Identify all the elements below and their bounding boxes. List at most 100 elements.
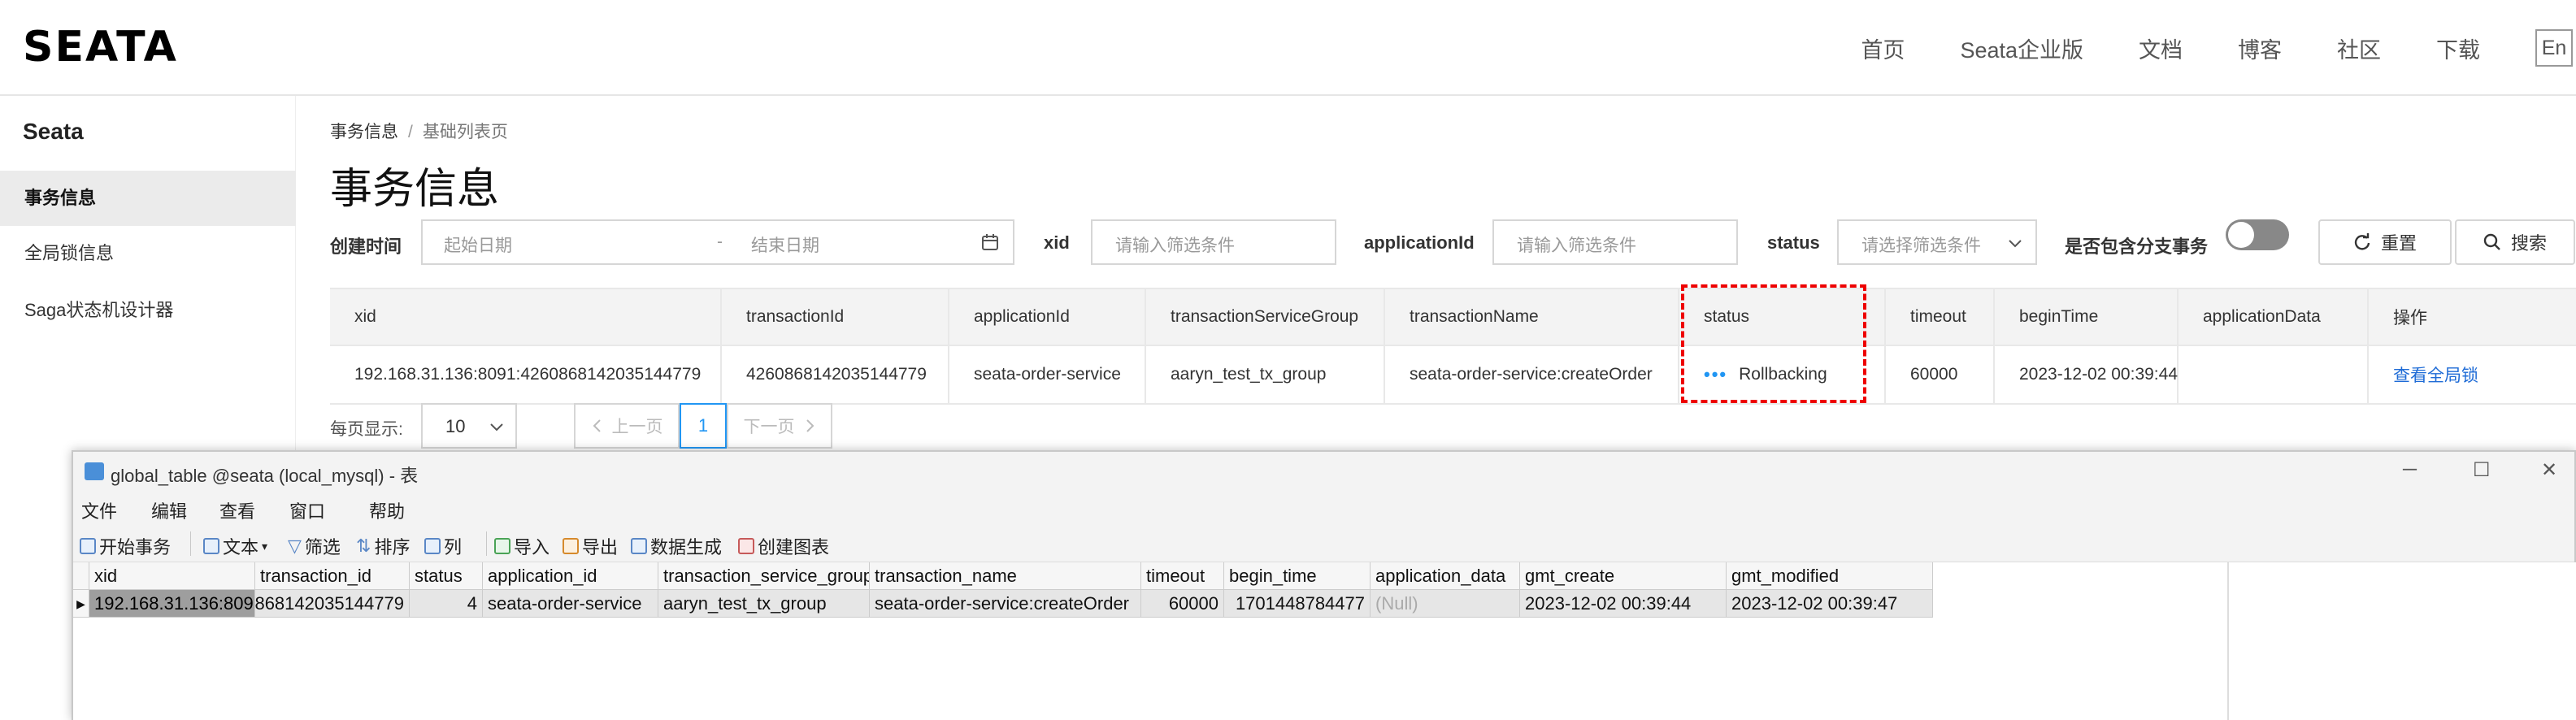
menu-view[interactable]: 查看: [219, 497, 255, 523]
toolbar-divider: [486, 531, 487, 556]
grid-cell-gmt-modified[interactable]: 2023-12-02 00:39:47: [1727, 590, 1933, 618]
filter-icon: ▽: [288, 536, 302, 556]
prev-page-button[interactable]: 上一页: [574, 403, 680, 449]
close-icon[interactable]: ✕: [2541, 458, 2557, 482]
sidebar-item-global-locks[interactable]: 全局锁信息: [0, 226, 296, 281]
grid-cell-application-id[interactable]: seata-order-service: [483, 590, 658, 618]
export-button[interactable]: 导出: [563, 533, 618, 559]
grid-cell-transaction-id[interactable]: 4260868142035144779: [255, 590, 410, 618]
window-titlebar[interactable]: global_table @seata (local_mysql) - 表 ─ …: [73, 452, 2574, 492]
date-range-picker[interactable]: 起始日期 - 结束日期: [421, 219, 1014, 265]
create-chart-button[interactable]: 创建图表: [738, 533, 829, 559]
col-application-id: applicationId: [949, 289, 1146, 345]
application-id-input[interactable]: 请输入筛选条件: [1492, 219, 1738, 265]
page-title: 事务信息: [330, 166, 500, 213]
col-begin-time: beginTime: [1995, 289, 2179, 345]
nav-download[interactable]: 下载: [2436, 33, 2480, 64]
branch-switch[interactable]: [2226, 219, 2289, 250]
col-transaction-id: transactionId: [722, 289, 949, 345]
grid-col-gmt-create[interactable]: gmt_create: [1520, 562, 1727, 590]
sort-label: 排序: [374, 537, 411, 557]
columns-button[interactable]: 列: [424, 533, 462, 559]
grid-cell-timeout[interactable]: 60000: [1141, 590, 1224, 618]
view-global-lock-link[interactable]: 查看全局锁: [2369, 346, 2576, 403]
menu-edit[interactable]: 编辑: [151, 497, 187, 523]
text-icon: [203, 538, 219, 554]
row-pointer-icon[interactable]: ▶: [73, 590, 89, 618]
page-1-button[interactable]: 1: [680, 403, 727, 449]
begin-transaction-button[interactable]: 开始事务: [80, 533, 171, 559]
seata-logo[interactable]: SEATA: [23, 24, 178, 70]
chevron-left-icon: [593, 419, 601, 432]
grid-col-gmt-modified[interactable]: gmt_modified: [1727, 562, 1933, 590]
menu-window[interactable]: 窗口: [289, 497, 325, 523]
import-button[interactable]: 导入: [494, 533, 550, 559]
search-button[interactable]: 搜索: [2455, 219, 2575, 265]
grid-cell-application-data[interactable]: (Null): [1371, 590, 1520, 618]
status-highlight-annotation: [1681, 284, 1866, 403]
nav-community[interactable]: 社区: [2337, 33, 2381, 64]
grid-col-transaction-id[interactable]: transaction_id: [255, 562, 410, 590]
col-transaction-name: transactionName: [1385, 289, 1679, 345]
start-date-input[interactable]: 起始日期: [444, 232, 512, 257]
grid-col-transaction-service-group[interactable]: transaction_service_group: [658, 562, 870, 590]
columns-label: 列: [444, 537, 463, 557]
xid-label: xid: [1044, 232, 1070, 253]
col-application-data: applicationData: [2179, 289, 2369, 345]
sidebar-item-transactions[interactable]: 事务信息: [0, 171, 296, 226]
grid-col-timeout[interactable]: timeout: [1141, 562, 1224, 590]
end-date-input[interactable]: 结束日期: [751, 232, 819, 257]
reset-button[interactable]: 重置: [2318, 219, 2452, 265]
application-id-label: applicationId: [1364, 232, 1475, 253]
col-xid: xid: [330, 289, 722, 345]
grid-cell-transaction-name[interactable]: seata-order-service:createOrder: [870, 590, 1141, 618]
cell-transaction-service-group: aaryn_test_tx_group: [1146, 346, 1385, 403]
cell-application-data: [2179, 346, 2369, 403]
sort-icon: ⇅: [356, 536, 371, 556]
status-select[interactable]: 请选择筛选条件: [1837, 219, 2037, 265]
chevron-down-icon: [490, 423, 503, 432]
nav-blog[interactable]: 博客: [2238, 33, 2282, 64]
breadcrumb-root[interactable]: 事务信息: [330, 123, 398, 141]
grid-col-xid[interactable]: xid: [89, 562, 255, 590]
window-title: global_table @seata (local_mysql) - 表: [111, 466, 419, 486]
grid-cell-xid[interactable]: 192.168.31.136:8091:4260868142035144779: [89, 590, 255, 618]
grid-cell-transaction-service-group[interactable]: aaryn_test_tx_group: [658, 590, 870, 618]
page-size-label: 每页显示:: [330, 420, 403, 439]
page-size-select[interactable]: 10: [421, 403, 517, 449]
data-generation-icon: [631, 538, 647, 554]
nav-enterprise[interactable]: Seata企业版: [1960, 33, 2083, 64]
grid-col-application-data[interactable]: application_data: [1371, 562, 1520, 590]
maximize-icon[interactable]: ☐: [2473, 458, 2491, 482]
filter-button[interactable]: ▽ 筛选: [288, 533, 341, 559]
text-button[interactable]: 文本 ▾: [203, 533, 267, 559]
sidebar-item-saga-designer[interactable]: Saga状态机设计器: [0, 283, 296, 338]
search-button-label: 搜索: [2510, 233, 2547, 254]
grid-col-application-id[interactable]: application_id: [483, 562, 658, 590]
next-page-label: 下一页: [743, 418, 795, 436]
db-table-window: global_table @seata (local_mysql) - 表 ─ …: [72, 450, 2576, 720]
nav-home[interactable]: 首页: [1861, 33, 1905, 64]
xid-input[interactable]: 请输入筛选条件: [1091, 219, 1336, 265]
menu-file[interactable]: 文件: [81, 497, 117, 523]
grid-cell-status[interactable]: 4: [410, 590, 483, 618]
reset-button-label: 重置: [2380, 233, 2417, 254]
nav-docs[interactable]: 文档: [2139, 33, 2183, 64]
next-page-button[interactable]: 下一页: [727, 403, 832, 449]
row-header-corner: [73, 562, 89, 590]
columns-icon: [424, 538, 441, 554]
sort-button[interactable]: ⇅ 排序: [356, 533, 410, 559]
data-generation-button[interactable]: 数据生成: [631, 533, 722, 559]
menu-help[interactable]: 帮助: [369, 497, 405, 523]
import-label: 导入: [514, 537, 550, 557]
minimize-icon[interactable]: ─: [2403, 458, 2417, 481]
nav-links: 首页 Seata企业版 文档 博客 社区 下载 En: [1861, 0, 2576, 96]
sidebar-title: Seata: [23, 119, 84, 144]
chevron-right-icon: [806, 419, 814, 432]
grid-col-begin-time[interactable]: begin_time: [1224, 562, 1371, 590]
grid-col-transaction-name[interactable]: transaction_name: [870, 562, 1141, 590]
grid-col-status[interactable]: status: [410, 562, 483, 590]
grid-cell-gmt-create[interactable]: 2023-12-02 00:39:44: [1520, 590, 1727, 618]
grid-cell-begin-time[interactable]: 1701448784477: [1224, 590, 1371, 618]
language-toggle[interactable]: En: [2535, 29, 2573, 67]
